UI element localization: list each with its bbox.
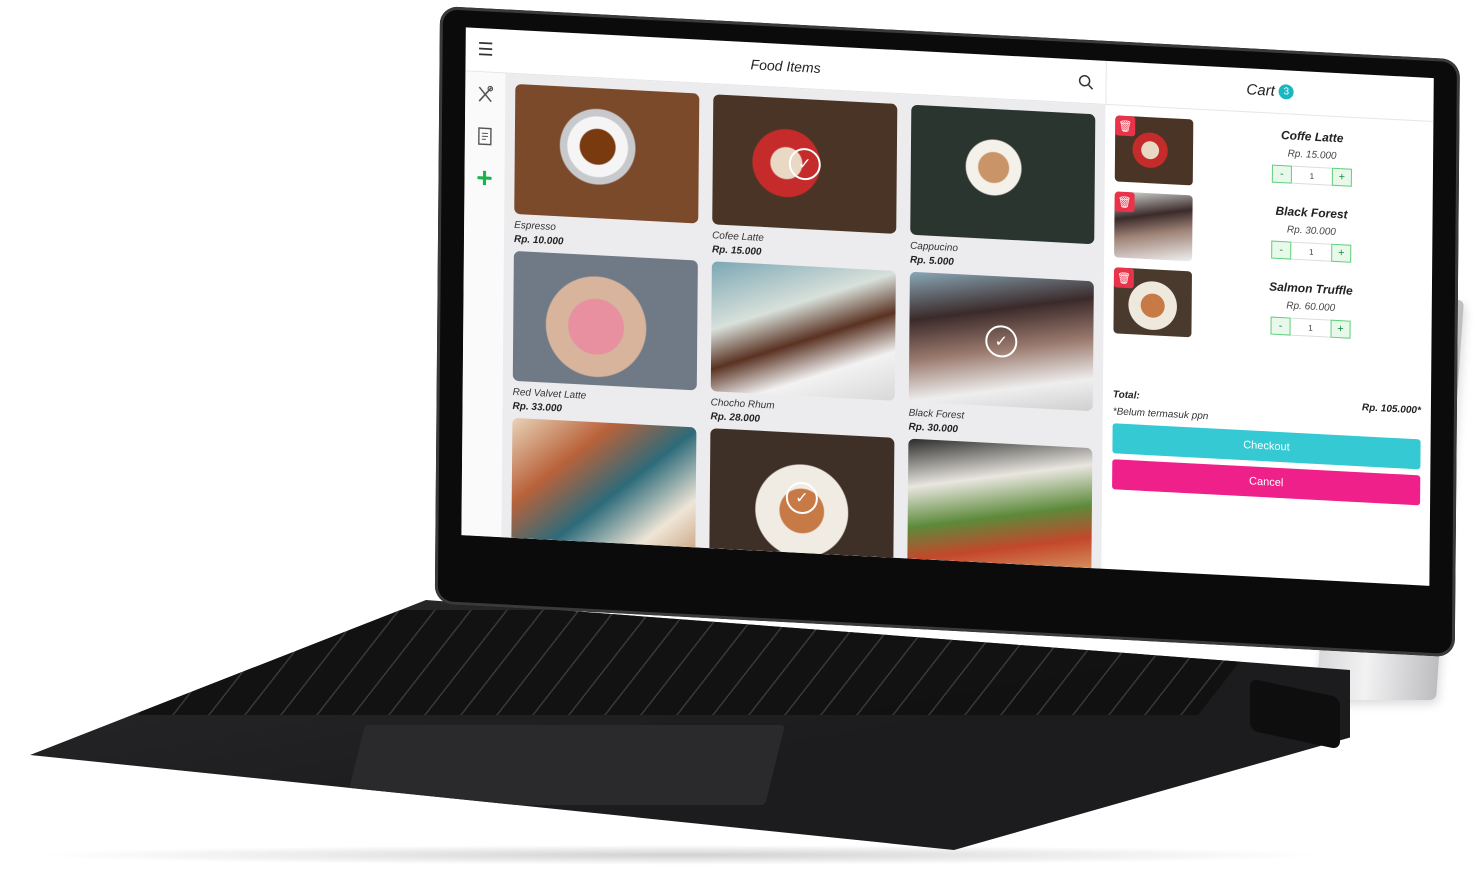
check-circle-icon: ✓ bbox=[785, 481, 818, 515]
cart-item: 🗑 Coffe Latte Rp. 15.000 - 1 + bbox=[1114, 115, 1424, 198]
plus-icon[interactable]: + bbox=[472, 162, 496, 194]
decrement-button[interactable]: - bbox=[1271, 240, 1292, 260]
search-icon[interactable] bbox=[1065, 58, 1105, 104]
product-card[interactable]: Red Valvet Latte Rp. 33.000 bbox=[512, 250, 698, 422]
receipt-icon[interactable] bbox=[473, 124, 497, 149]
trash-icon[interactable]: 🗑 bbox=[1113, 267, 1135, 289]
cart-panel: 🗑 Coffe Latte Rp. 15.000 - 1 + 🗑 Black F… bbox=[1101, 105, 1433, 586]
increment-button[interactable]: + bbox=[1330, 319, 1351, 339]
cart-item-info: Salmon Truffle Rp. 60.000 - 1 + bbox=[1199, 272, 1422, 350]
product-card[interactable]: Chocho Rhum Rp. 28.000 bbox=[710, 261, 896, 432]
increment-button[interactable]: + bbox=[1331, 243, 1352, 263]
product-card[interactable] bbox=[907, 438, 1093, 569]
quantity-stepper: - 1 + bbox=[1271, 164, 1352, 187]
product-price bbox=[511, 557, 695, 567]
cart-item-name: Coffe Latte bbox=[1280, 128, 1344, 146]
main-body: + Espresso Rp. 10.000 ✓ Cofee Latte Rp. … bbox=[461, 71, 1433, 586]
quantity-value[interactable]: 1 bbox=[1291, 165, 1332, 186]
cart-item-name: Salmon Truffle bbox=[1269, 279, 1353, 298]
device-stage: ☰ Food Items Cart 3 + Espresso Rp. 10.00… bbox=[0, 0, 1477, 883]
product-image bbox=[514, 83, 700, 224]
cart-item-image: 🗑 bbox=[1114, 191, 1193, 262]
product-card[interactable]: ✓ Black Forest Rp. 30.000 bbox=[908, 271, 1094, 443]
cart-item-price: Rp. 60.000 bbox=[1286, 300, 1336, 314]
product-card[interactable]: ✓ bbox=[709, 428, 895, 569]
product-image bbox=[710, 261, 896, 401]
product-image bbox=[512, 250, 698, 391]
cart-item: 🗑 Salmon Truffle Rp. 60.000 - 1 + bbox=[1113, 267, 1422, 349]
decrement-button[interactable]: - bbox=[1271, 164, 1292, 184]
fork-spoon-icon[interactable] bbox=[473, 82, 497, 107]
decrement-button[interactable]: - bbox=[1270, 316, 1291, 336]
product-grid: Espresso Rp. 10.000 ✓ Cofee Latte Rp. 15… bbox=[501, 73, 1106, 569]
product-image: ✓ bbox=[712, 94, 898, 234]
quantity-stepper: - 1 + bbox=[1271, 240, 1352, 263]
product-image: ✓ bbox=[709, 428, 895, 568]
side-nav: + bbox=[461, 71, 506, 538]
product-card[interactable]: Espresso Rp. 10.000 bbox=[514, 83, 700, 255]
product-image bbox=[511, 417, 697, 558]
cart-item-image: 🗑 bbox=[1113, 267, 1192, 338]
cart-item: 🗑 Black Forest Rp. 30.000 - 1 + bbox=[1114, 191, 1423, 273]
product-name bbox=[511, 554, 695, 564]
cart-item-info: Coffe Latte Rp. 15.000 - 1 + bbox=[1201, 120, 1424, 198]
product-card[interactable]: Cappucino Rp. 5.000 bbox=[910, 104, 1096, 276]
cart-count-badge: 3 bbox=[1278, 83, 1294, 100]
cart-item-name: Black Forest bbox=[1275, 203, 1348, 222]
cart-item-price: Rp. 15.000 bbox=[1287, 148, 1337, 162]
quantity-value[interactable]: 1 bbox=[1291, 241, 1332, 262]
cart-title: Cart bbox=[1246, 81, 1275, 100]
app-screen: ☰ Food Items Cart 3 + Espresso Rp. 10.00… bbox=[461, 27, 1434, 586]
cart-item-image: 🗑 bbox=[1114, 115, 1194, 186]
total-label: Total: bbox=[1112, 389, 1140, 402]
device-shadow bbox=[30, 845, 1330, 865]
cart-item-price: Rp. 30.000 bbox=[1286, 224, 1336, 238]
product-image bbox=[907, 438, 1093, 569]
hamburger-menu-icon[interactable]: ☰ bbox=[465, 27, 505, 73]
quantity-stepper: - 1 + bbox=[1270, 316, 1351, 339]
trash-icon[interactable]: 🗑 bbox=[1114, 191, 1135, 213]
product-price bbox=[709, 567, 893, 569]
increment-button[interactable]: + bbox=[1331, 167, 1352, 187]
cart-item-info: Black Forest Rp. 30.000 - 1 + bbox=[1200, 196, 1423, 274]
product-image bbox=[910, 104, 1096, 245]
check-circle-icon: ✓ bbox=[985, 324, 1018, 359]
trash-icon[interactable]: 🗑 bbox=[1115, 115, 1136, 137]
product-card[interactable] bbox=[511, 417, 697, 567]
touchpad bbox=[345, 725, 785, 805]
quantity-value[interactable]: 1 bbox=[1290, 317, 1331, 338]
product-image: ✓ bbox=[908, 271, 1094, 412]
product-card[interactable]: ✓ Cofee Latte Rp. 15.000 bbox=[712, 94, 898, 265]
product-name bbox=[709, 564, 893, 569]
total-value: Rp. 105.000* bbox=[1361, 402, 1421, 417]
check-circle-icon: ✓ bbox=[788, 147, 821, 181]
tablet-bezel: ☰ Food Items Cart 3 + Espresso Rp. 10.00… bbox=[434, 6, 1460, 658]
